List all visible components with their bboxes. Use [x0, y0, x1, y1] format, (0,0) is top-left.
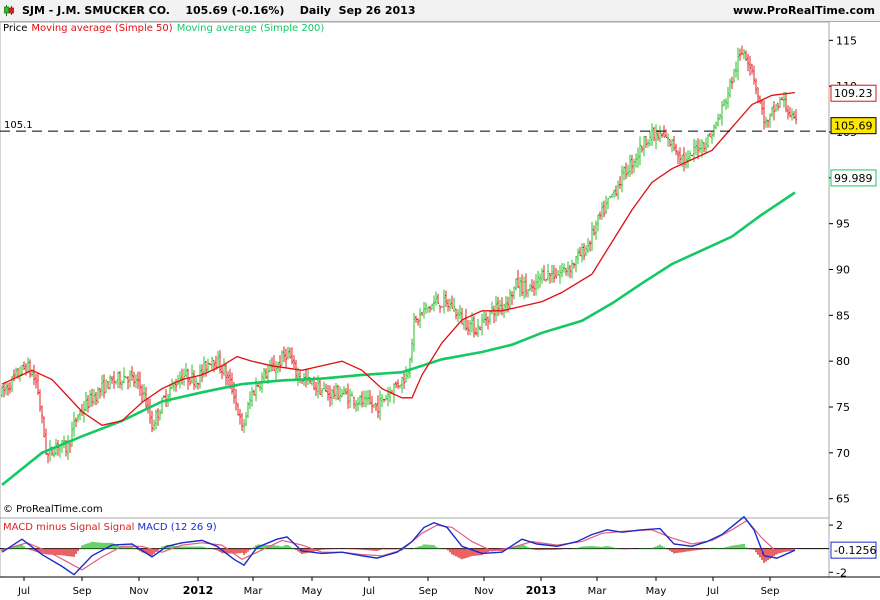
time-tick-label: Sep [73, 586, 92, 597]
time-tick-label: Sep [419, 586, 438, 597]
legend-macd[interactable]: MACD (12 26 9) [138, 522, 217, 533]
macd-value: -0.1256 [834, 544, 876, 557]
ma200-line [1, 191, 796, 486]
price-tick-label: 90 [836, 264, 850, 277]
chart-window: SJM - J.M. SMUCKER CO. 105.69 (-0.16%) D… [0, 0, 880, 600]
price-tick-label: 70 [836, 447, 850, 460]
price-tick-label: 75 [836, 401, 850, 414]
time-tick-label: 2013 [526, 584, 557, 597]
price-line-label: 105.1 [4, 120, 33, 131]
time-tick-label: Nov [474, 586, 494, 597]
copyright: © ProRealTime.com [3, 504, 103, 515]
ma200-value: 99.989 [834, 172, 873, 185]
time-tick-label: Nov [129, 586, 149, 597]
time-tick-label: Sep [761, 586, 780, 597]
time-tick-label: Jul [362, 586, 375, 597]
time-tick-label: May [302, 586, 323, 597]
ma50-line [1, 91, 796, 426]
time-tick-label: May [646, 586, 667, 597]
price-tick-label: 85 [836, 309, 850, 322]
time-tick-label: Jul [706, 586, 719, 597]
time-axis: Jul Sep Nov 2012 Mar May Jul Sep Nov 2013 Mar May Ju… [0, 576, 880, 597]
chart-canvas[interactable]: 65707580859095100105110115 105.1 109.239… [0, 0, 880, 600]
price-line: 105.1 [0, 120, 829, 132]
legend-macd-hist[interactable]: MACD minus Signal Signal [3, 522, 134, 533]
ma50-value: 109.23 [834, 87, 873, 100]
price-tick-label: 115 [836, 34, 857, 47]
price-frame [0, 21, 830, 519]
time-tick-label: Jul [17, 586, 30, 597]
time-tick-label: Mar [244, 586, 264, 597]
candles [1, 45, 797, 464]
macd-tick-label: 2 [836, 519, 843, 532]
price-tick-label: 95 [836, 218, 850, 231]
last-price-value: 105.69 [834, 120, 873, 133]
time-tick-label: 2012 [183, 584, 214, 597]
price-tick-label: 80 [836, 355, 850, 368]
macd-legend: MACD minus Signal Signal MACD (12 26 9) [3, 522, 217, 533]
price-tick-label: 65 [836, 493, 850, 506]
time-tick-label: Mar [588, 586, 608, 597]
